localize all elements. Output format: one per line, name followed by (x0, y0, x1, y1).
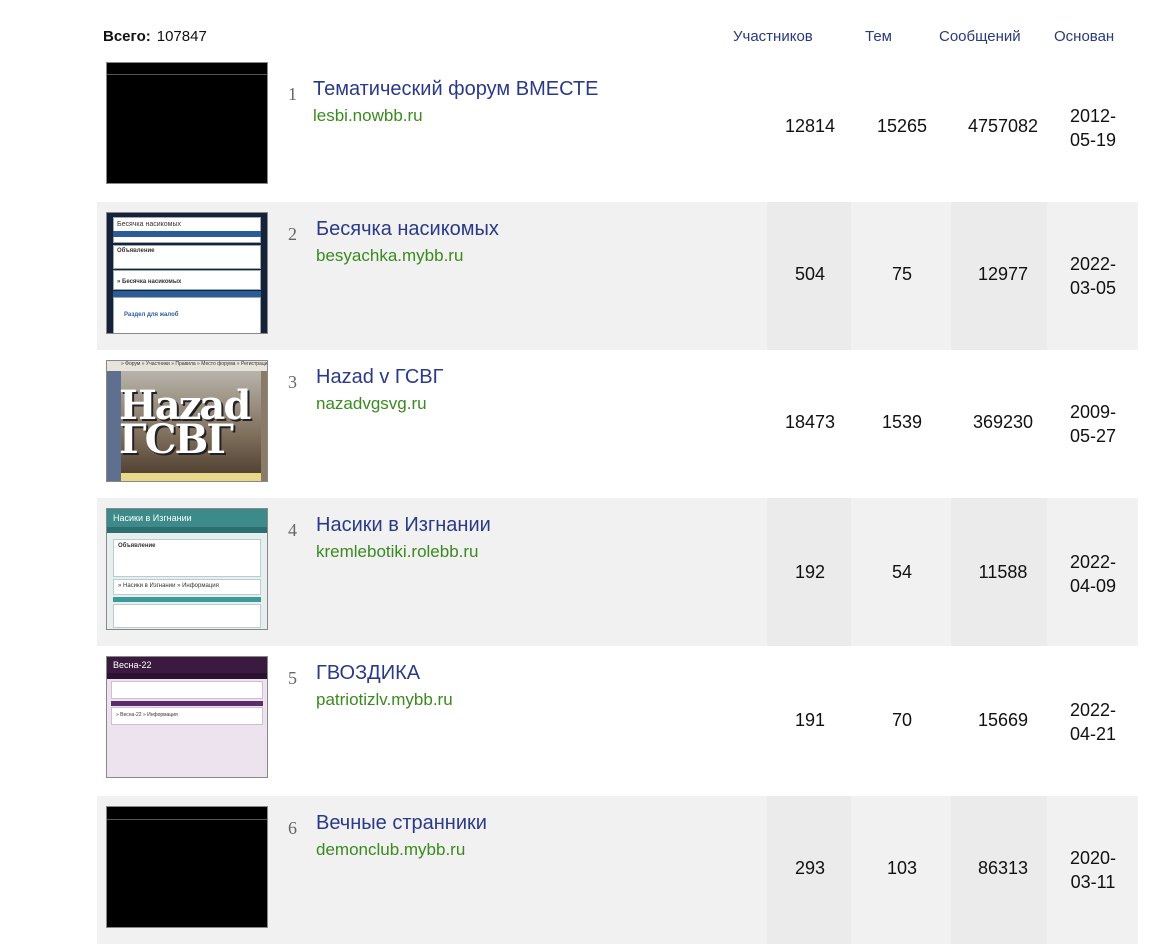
founded-month-day: 04-09 (1069, 576, 1117, 596)
members-count: 192 (794, 562, 826, 582)
messages-count: 369230 (972, 412, 1034, 432)
topics-count: 103 (886, 858, 918, 878)
thumb-announcement: Объявление (118, 543, 156, 549)
table-row: 1 Тематический форум ВМЕСТЕ lesbi.nowbb.… (97, 62, 1138, 210)
founded-month-day: 04-21 (1069, 724, 1117, 744)
forum-thumbnail[interactable]: Весна-22 » Весна-22 » Информация (106, 656, 268, 778)
messages-count: 12977 (977, 264, 1029, 284)
members-count: 12814 (784, 116, 836, 136)
thumb-breadcrumb: » Весна-22 » Информация (116, 712, 178, 718)
topics-count: 70 (891, 710, 913, 730)
sort-founded-link[interactable]: Основан (1054, 28, 1114, 45)
founded-date: 2022- 03-05 (1058, 252, 1128, 300)
forum-url-link[interactable]: nazadvgsvg.ru (316, 394, 427, 414)
messages-count: 11588 (978, 562, 1028, 582)
forum-title-link[interactable]: Вечные странники (316, 812, 487, 835)
founded-year: 2009- (1069, 402, 1117, 422)
founded-date: 2009- 05-27 (1058, 400, 1128, 448)
table-row: » Форум » Участники » Правила » Место фо… (97, 350, 1138, 498)
forum-title-link[interactable]: ГВОЗДИКА (316, 662, 420, 685)
forum-thumbnail[interactable] (106, 806, 268, 928)
thumb-site-title: Бесячка насикомых (117, 221, 182, 228)
table-row: Бесячка насикомых Объявление » Бесячка н… (97, 202, 1138, 350)
sort-messages-link[interactable]: Сообщений (939, 28, 1021, 45)
table-row: Насики в Изгнании Объявление » Насики в … (97, 498, 1138, 646)
forum-thumbnail[interactable] (106, 62, 268, 184)
topics-count: 54 (891, 562, 913, 582)
sort-topics-link[interactable]: Тем (865, 28, 892, 45)
total-value: 107847 (156, 28, 207, 45)
messages-count: 4757082 (967, 116, 1039, 136)
forum-rank: 5 (288, 668, 297, 688)
forum-url-link[interactable]: kremlebotiki.rolebb.ru (316, 542, 479, 562)
forum-rank: 1 (288, 84, 297, 104)
thumb-announcement: Объявление (117, 248, 155, 254)
topics-count: 15265 (876, 116, 928, 136)
thumb-forum-link: Раздел для жалоб (124, 312, 179, 318)
table-header: Всего: 107847 Участников Тем Сообщений Ос… (0, 0, 1170, 62)
thumb-site-title: Насики в Изгнании (107, 509, 267, 527)
thumb-site-title: Весна-22 (107, 657, 267, 673)
topics-count: 1539 (881, 412, 923, 432)
founded-date: 2012- 05-19 (1058, 104, 1128, 152)
founded-year: 2022- (1069, 254, 1117, 274)
forum-rank: 2 (288, 224, 297, 244)
founded-date: 2022- 04-09 (1058, 550, 1128, 598)
founded-month-day: 03-11 (1070, 872, 1116, 892)
founded-date: 2020- 03-11 (1058, 846, 1128, 894)
total-count: Всего: 107847 (103, 28, 207, 45)
forum-title-link[interactable]: Бесячка насикомых (316, 218, 499, 241)
forum-thumbnail[interactable]: » Форум » Участники » Правила » Место фо… (106, 360, 268, 482)
forum-url-link[interactable]: besyachka.mybb.ru (316, 246, 463, 266)
founded-month-day: 05-19 (1069, 130, 1117, 150)
members-count: 293 (794, 858, 826, 878)
forum-url-link[interactable]: demonclub.mybb.ru (316, 840, 465, 860)
founded-year: 2020- (1069, 848, 1117, 868)
table-row: Весна-22 » Весна-22 » Информация 5 ГВОЗД… (97, 646, 1138, 794)
members-count: 191 (794, 710, 826, 730)
forum-url-link[interactable]: patriotizlv.mybb.ru (316, 690, 453, 710)
messages-count: 15669 (977, 710, 1029, 730)
thumb-section: » Бесячка насикомых (117, 279, 182, 285)
total-label: Всего: (103, 28, 151, 45)
forum-rank: 3 (288, 372, 297, 392)
forum-title-link[interactable]: Насики в Изгнании (316, 514, 491, 537)
forum-rank: 4 (288, 520, 297, 540)
sort-members-link[interactable]: Участников (733, 28, 813, 45)
thumb-menu: » Форум » Участники » Правила » Место фо… (107, 361, 267, 371)
table-row: 6 Вечные странники demonclub.mybb.ru 293… (97, 796, 1138, 944)
founded-year: 2022- (1069, 552, 1117, 572)
members-count: 18473 (784, 412, 836, 432)
forum-rank: 6 (288, 818, 297, 838)
founded-month-day: 03-05 (1069, 278, 1117, 298)
forum-rating-page: Всего: 107847 Участников Тем Сообщений Ос… (0, 0, 1170, 952)
founded-year: 2012- (1069, 106, 1117, 126)
members-count: 504 (794, 264, 826, 284)
forum-thumbnail[interactable]: Бесячка насикомых Объявление » Бесячка н… (106, 212, 268, 334)
thumb-breadcrumb: » Насики в Изгнании » Информация (118, 583, 219, 589)
topics-count: 75 (891, 264, 913, 284)
thumb-logo: Hazad ГСВГ (119, 382, 251, 463)
founded-month-day: 05-27 (1069, 426, 1117, 446)
forum-thumbnail[interactable]: Насики в Изгнании Объявление » Насики в … (106, 508, 268, 630)
forum-title-link[interactable]: Hazad v ГСВГ (316, 366, 443, 389)
forum-url-link[interactable]: lesbi.nowbb.ru (313, 106, 423, 126)
forum-title-link[interactable]: Тематический форум ВМЕСТЕ (313, 78, 598, 101)
founded-date: 2022- 04-21 (1058, 698, 1128, 746)
founded-year: 2022- (1069, 700, 1117, 720)
messages-count: 86313 (977, 858, 1029, 878)
